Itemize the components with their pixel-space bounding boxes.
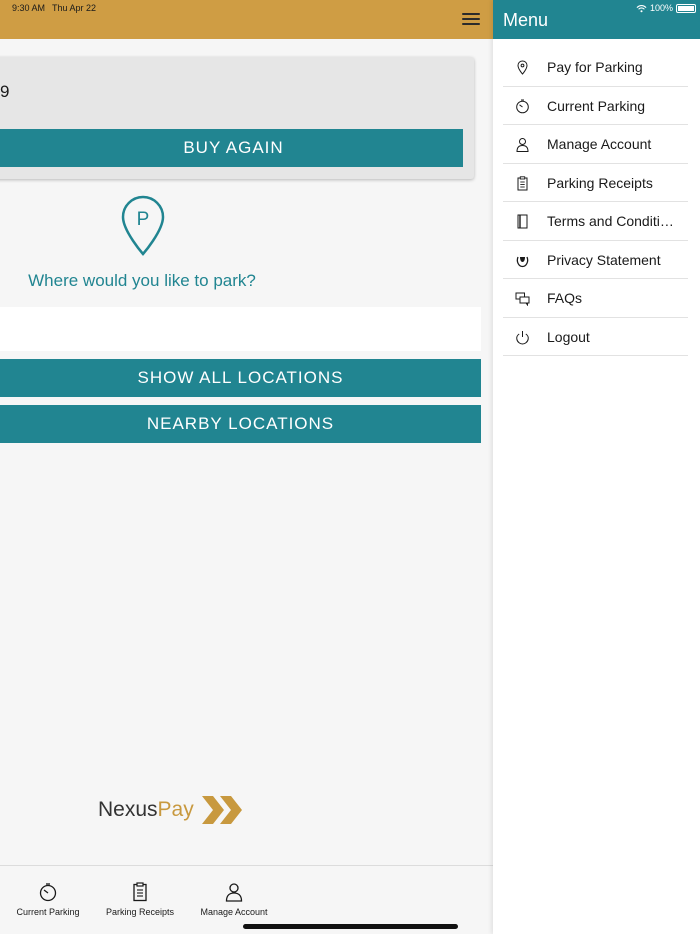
menu-item-terms-and-conditions[interactable]: Terms and Conditions [503,202,688,241]
main-panel: 9:30 AM Thu Apr 22 9 BUY AGAIN P Where w… [0,0,493,934]
menu-item-faqs[interactable]: FAQs [503,279,688,318]
recent-card-partial-text: 9 [0,82,10,101]
power-icon [516,330,529,345]
menu-item-parking-receipts[interactable]: Parking Receipts [503,164,688,202]
menu-item-label: Parking Receipts [547,174,653,191]
tab-parking-receipts[interactable]: Parking Receipts [102,882,178,917]
battery-percent: 100% [649,3,673,13]
book-icon [517,214,528,229]
tab-manage-account[interactable]: Manage Account [196,882,272,917]
nearby-locations-button[interactable]: NEARBY LOCATIONS [0,405,481,443]
menu-item-privacy-statement[interactable]: Privacy Statement [503,241,688,279]
park-question: Where would you like to park? [28,271,256,290]
logo-nexus-text: Nexus [98,798,158,821]
menu-item-label: Terms and Conditions [547,213,677,229]
top-bar: 9:30 AM Thu Apr 22 [0,0,493,39]
show-all-locations-button[interactable]: SHOW ALL LOCATIONS [0,359,481,397]
home-indicator[interactable] [243,924,458,929]
side-menu: Menu 100% Pay for Parking Current Parkin… [493,0,700,934]
wifi-icon [636,4,647,12]
timer-icon [516,99,529,113]
hamburger-menu-icon[interactable] [462,13,480,26]
pin-letter: P [137,209,150,230]
person-icon [225,883,243,902]
tab-current-parking[interactable]: Current Parking [12,882,84,917]
menu-item-manage-account[interactable]: Manage Account [503,125,688,164]
menu-item-label: Current Parking [547,97,646,114]
person-icon [516,138,529,152]
search-input[interactable] [0,307,481,351]
parking-pin-icon: P [121,195,165,256]
logo-pay-text: Pay [157,798,194,821]
logo-chevrons-icon [201,796,242,824]
tab-label: Manage Account [200,907,268,917]
receipt-icon [517,175,528,190]
chat-bubbles-icon [515,292,530,306]
nexuspay-logo: Nexus Pay [98,793,244,827]
tab-label: Current Parking [16,907,80,917]
menu-item-pay-for-parking[interactable]: Pay for Parking [503,48,688,87]
tab-label: Parking Receipts [105,907,175,917]
buy-again-button[interactable]: BUY AGAIN [0,129,463,167]
menu-item-current-parking[interactable]: Current Parking [503,87,688,125]
timer-icon [39,883,57,902]
menu-item-label: FAQs [547,290,583,306]
menu-title: Menu [503,10,549,30]
status-indicators: 100% [636,3,696,13]
status-date: Thu Apr 22 [52,3,97,13]
privacy-icon [516,256,529,267]
status-time: 9:30 AM [12,3,46,13]
menu-item-label: Manage Account [547,136,652,152]
menu-item-label: Pay for Parking [547,59,643,75]
receipt-icon [133,882,147,902]
menu-list: Pay for Parking Current Parking Manage A… [503,48,688,356]
menu-item-logout[interactable]: Logout [503,318,688,356]
location-pin-icon [517,60,528,75]
menu-item-label: Logout [547,328,590,345]
menu-item-label: Privacy Statement [547,251,661,268]
battery-icon [676,3,696,13]
menu-header: Menu 100% [493,0,700,39]
